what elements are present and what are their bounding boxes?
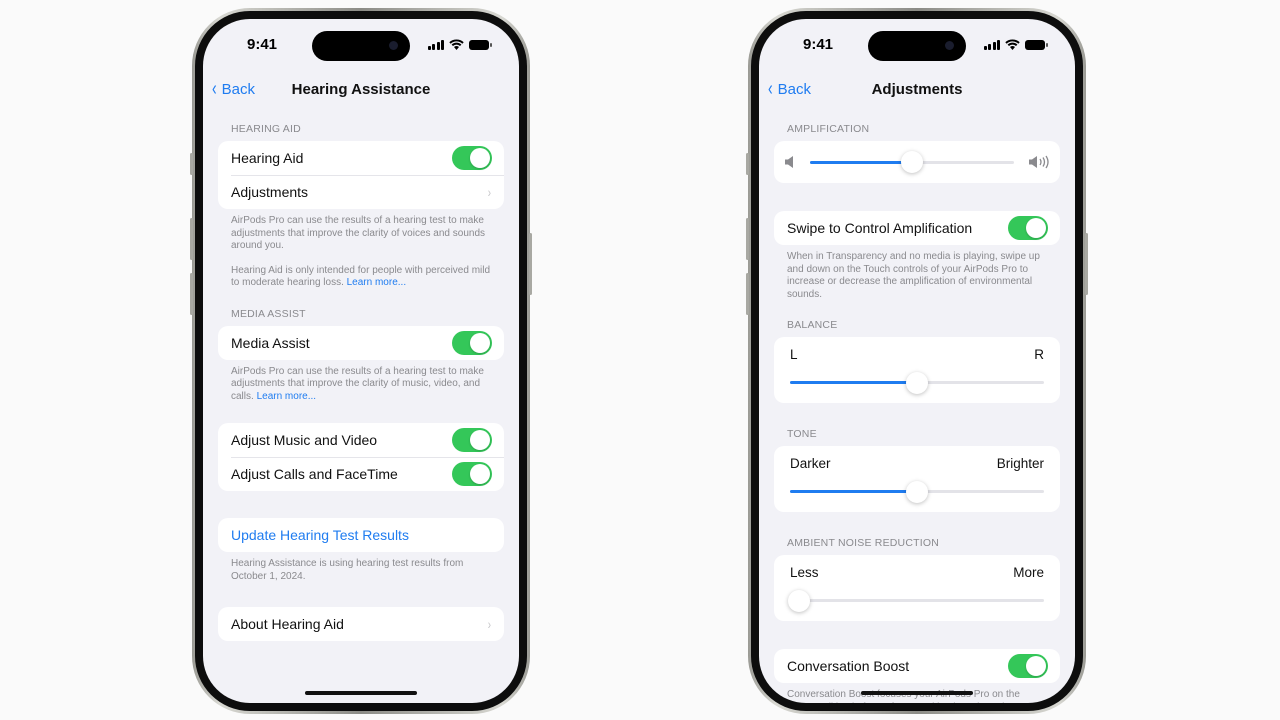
screen-adjustments: 9:41 ‹ Back Adjustments AMPLIFICATION Sw… [759,19,1075,703]
hearing-aid-row: Hearing Aid [218,141,504,175]
footer-text: Hearing Assistance is using hearing test… [231,558,464,582]
section-header-tone: TONE [787,428,817,440]
cellular-signal-icon [983,39,1000,50]
back-button[interactable]: ‹ Back [211,79,255,99]
slider-thumb[interactable] [901,151,923,173]
row-label: Adjust Music and Video [231,432,378,448]
learn-more-link[interactable]: Learn more... [347,277,406,288]
battery-icon [1025,39,1048,50]
footer-text: AirPods Pro can use the results of a hea… [231,215,486,251]
volume-down-button [190,273,193,315]
slider-thumb[interactable] [906,371,928,394]
balance-left-label: L [790,347,798,362]
row-label: Hearing Aid [231,150,304,166]
conversation-boost-row: Conversation Boost [774,649,1060,683]
phone-frame-right: 9:41 ‹ Back Adjustments AMPLIFICATION Sw… [746,8,1088,714]
balance-right-label: R [1034,347,1044,362]
swipe-control-footer: When in Transparency and no media is pla… [774,245,1060,301]
phone-frame-left: 9:41 ‹ Back Hearing Assistance HEARING A… [190,8,532,714]
media-assist-footer: AirPods Pro can use the results of a hea… [218,360,504,404]
slider-thumb[interactable] [906,480,928,503]
row-label: Swipe to Control Amplification [787,220,973,236]
volume-down-button [746,273,749,315]
action-button [746,153,749,175]
section-header-amplification: AMPLIFICATION [787,123,870,135]
action-button [190,153,193,175]
update-group: Update Hearing Test Results [218,518,504,552]
ambient-noise-card: Less More [774,555,1060,621]
hearing-aid-footer: AirPods Pro can use the results of a hea… [218,209,504,290]
wifi-icon [449,39,464,50]
hearing-aid-toggle[interactable] [452,146,492,170]
conversation-boost-toggle[interactable] [1008,654,1048,678]
side-button [1085,233,1088,295]
row-label: Media Assist [231,334,310,351]
amplification-slider[interactable] [810,151,1014,173]
balance-slider[interactable] [790,371,1044,394]
row-label: About Hearing Aid [231,616,344,632]
ambient-noise-slider[interactable] [788,589,1044,612]
battery-icon [469,39,492,50]
speaker-high-icon [1029,155,1049,169]
adjust-calls-facetime-row: Adjust Calls and FaceTime [218,457,504,491]
about-hearing-aid-row[interactable]: About Hearing Aid › [218,607,504,641]
media-assist-group: Media Assist [218,325,504,360]
navigation-bar: ‹ Back Hearing Assistance [203,79,519,103]
screen-hearing-assistance: 9:41 ‹ Back Hearing Assistance HEARING A… [203,19,519,703]
conversation-boost-group: Conversation Boost [774,649,1060,683]
navigation-bar: ‹ Back Adjustments [759,79,1075,103]
cellular-signal-icon [427,39,444,50]
swipe-control-group: Swipe to Control Amplification [774,211,1060,245]
tone-slider[interactable] [790,480,1044,503]
row-label: Adjustments [231,184,309,200]
chevron-left-icon: ‹ [212,78,217,100]
side-button [529,233,532,295]
ambient-noise-right-label: More [1013,565,1044,580]
tone-right-label: Brighter [996,456,1044,471]
section-header-hearing-aid: HEARING AID [231,123,301,135]
back-label: Back [221,80,256,98]
section-header-ambient-noise: AMBIENT NOISE REDUCTION [787,537,940,549]
about-group: About Hearing Aid › [218,607,504,641]
volume-up-button [190,218,193,260]
home-indicator[interactable] [861,691,973,695]
ambient-noise-left-label: Less [790,565,819,580]
adjust-music-video-row: Adjust Music and Video [218,423,504,457]
adjust-media-group: Adjust Music and Video Adjust Calls and … [218,423,504,491]
learn-more-link[interactable]: Learn more... [257,391,316,402]
status-bar: 9:41 [203,36,519,56]
adjustments-row[interactable]: Adjustments › [218,175,504,209]
update-footer: Hearing Assistance is using hearing test… [218,552,504,583]
adjust-music-video-toggle[interactable] [452,428,492,452]
status-time: 9:41 [803,36,834,53]
adjust-calls-facetime-toggle[interactable] [452,462,492,486]
chevron-left-icon: ‹ [768,78,773,100]
row-label: Conversation Boost [787,658,910,674]
chevron-right-icon: › [488,184,492,200]
volume-up-button [746,218,749,260]
back-label: Back [777,80,812,98]
speaker-low-icon [785,156,793,168]
status-time: 9:41 [247,36,278,53]
home-indicator[interactable] [305,691,417,695]
hearing-aid-group: Hearing Aid Adjustments › [218,141,504,209]
section-header-media-assist: MEDIA ASSIST [231,307,306,320]
balance-card: L R [774,337,1060,403]
footer-text: When in Transparency and no media is pla… [787,251,1040,300]
tone-card: Darker Brighter [774,446,1060,512]
amplification-card [774,141,1060,183]
chevron-right-icon: › [488,616,492,632]
section-header-balance: BALANCE [787,319,838,331]
media-assist-toggle[interactable] [452,330,492,355]
tone-left-label: Darker [790,456,831,471]
swipe-control-toggle[interactable] [1008,216,1048,240]
status-bar: 9:41 [759,36,1075,56]
media-assist-row: Media Assist [218,326,504,360]
wifi-icon [1005,39,1020,50]
row-label: Adjust Calls and FaceTime [231,466,398,482]
back-button[interactable]: ‹ Back [767,79,811,99]
update-hearing-test-button[interactable]: Update Hearing Test Results [218,518,504,552]
swipe-control-row: Swipe to Control Amplification [774,211,1060,245]
slider-thumb[interactable] [788,589,810,612]
